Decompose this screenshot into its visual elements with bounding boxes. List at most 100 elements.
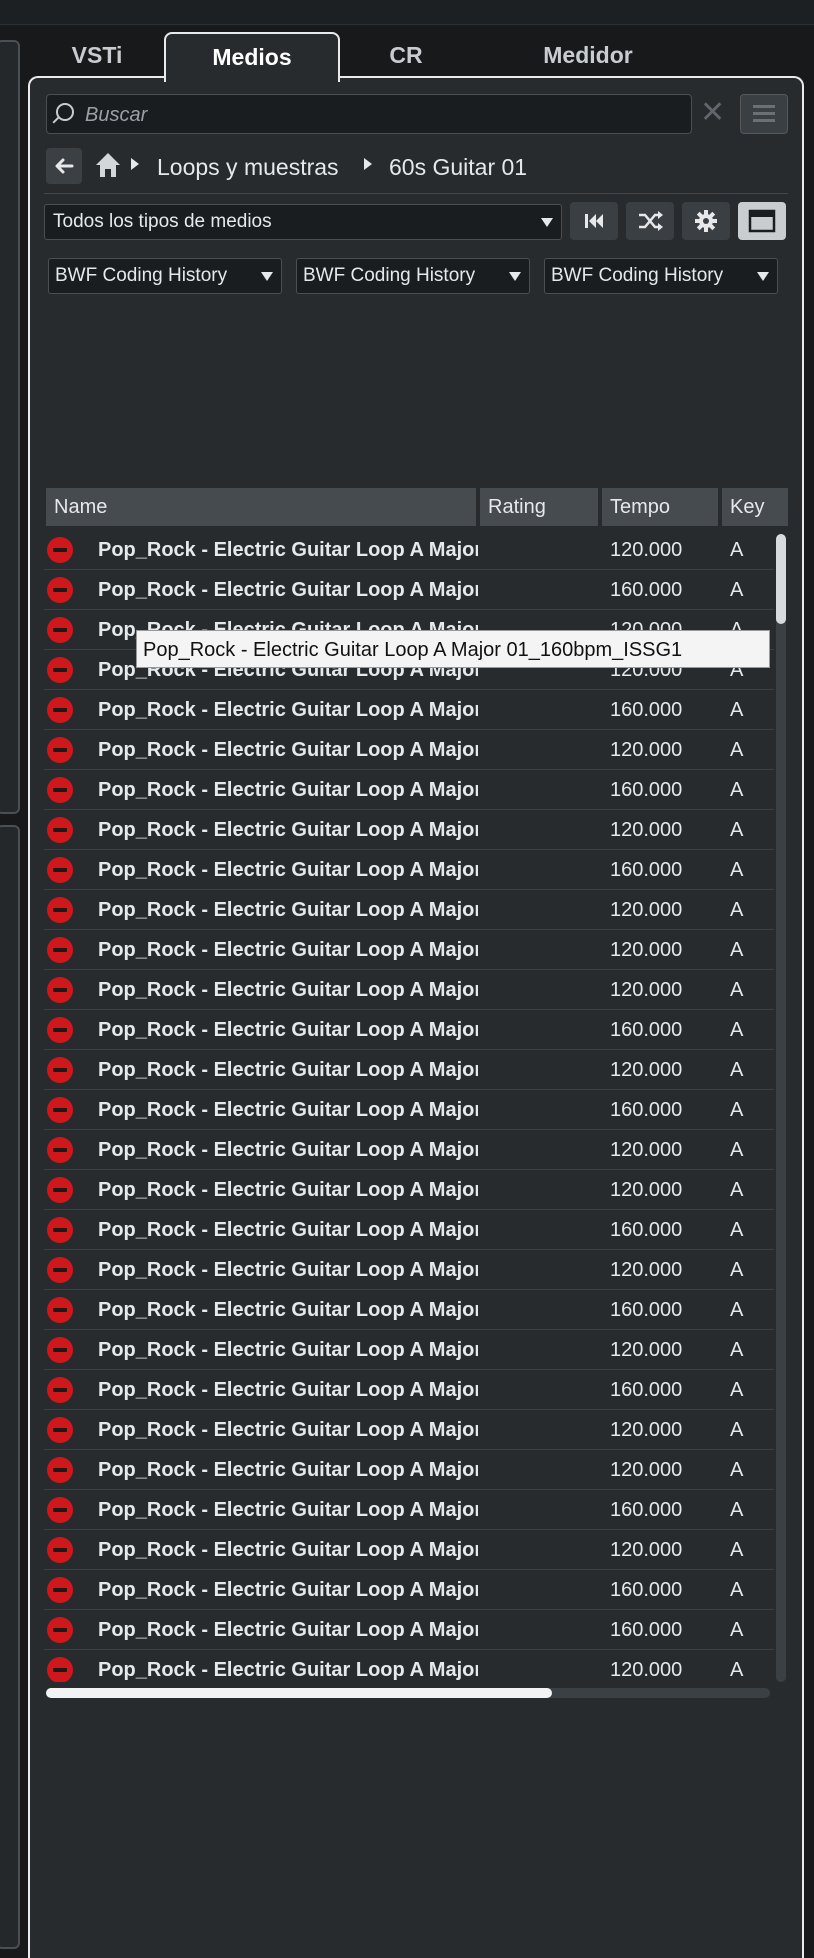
media-type-value: Todos los tipos de medios xyxy=(53,211,272,232)
no-entry-icon xyxy=(47,1497,73,1523)
table-row[interactable]: Pop_Rock - Electric Guitar Loop A Major 1… xyxy=(44,810,774,850)
tab-vsti[interactable]: VSTi xyxy=(34,32,160,78)
row-key: A xyxy=(730,899,744,921)
row-tempo: 160.000 xyxy=(610,1099,683,1121)
breadcrumb-item-loops[interactable]: Loops y muestras xyxy=(157,152,339,182)
row-key: A xyxy=(730,1619,744,1641)
filter-select-2[interactable]: BWF Coding History xyxy=(296,258,530,294)
tab-medios[interactable]: Medios xyxy=(164,32,340,82)
row-name: Pop_Rock - Electric Guitar Loop A Major xyxy=(98,1539,478,1561)
table-row[interactable]: Pop_Rock - Electric Guitar Loop A Major 1… xyxy=(44,1330,774,1370)
table-row[interactable]: Pop_Rock - Electric Guitar Loop A Major 1… xyxy=(44,1370,774,1410)
row-name: Pop_Rock - Electric Guitar Loop A Major xyxy=(98,1419,478,1441)
zone-tabs: VSTi Medios CR Medidor xyxy=(34,32,804,82)
row-tempo: 160.000 xyxy=(610,1579,683,1601)
table-row[interactable]: Pop_Rock - Electric Guitar Loop A Major 1… xyxy=(44,1530,774,1570)
home-icon[interactable] xyxy=(92,149,124,181)
table-row[interactable]: Pop_Rock - Electric Guitar Loop A Major 1… xyxy=(44,1410,774,1450)
row-tempo: 160.000 xyxy=(610,1499,683,1521)
no-entry-icon xyxy=(47,1577,73,1603)
row-tempo: 120.000 xyxy=(610,819,683,841)
row-name: Pop_Rock - Electric Guitar Loop A Major xyxy=(98,1139,478,1161)
table-row[interactable]: Pop_Rock - Electric Guitar Loop A Major 1… xyxy=(44,1090,774,1130)
column-header-name[interactable]: Name xyxy=(46,488,476,526)
no-entry-icon xyxy=(47,697,73,723)
no-entry-icon xyxy=(47,1177,73,1203)
rewind-button[interactable] xyxy=(570,202,618,240)
filter-select-1[interactable]: BWF Coding History xyxy=(48,258,282,294)
tab-medidor[interactable]: Medidor xyxy=(478,32,698,78)
vertical-scrollbar[interactable] xyxy=(776,534,786,1682)
row-tempo: 120.000 xyxy=(610,1539,683,1561)
row-key: A xyxy=(730,1419,744,1441)
row-key: A xyxy=(730,819,744,841)
column-header-tempo[interactable]: Tempo xyxy=(602,488,718,526)
table-row[interactable]: Pop_Rock - Electric Guitar Loop A Major 1… xyxy=(44,1170,774,1210)
table-row[interactable]: Pop_Rock - Electric Guitar Loop A Major 1… xyxy=(44,890,774,930)
no-entry-icon xyxy=(47,817,73,843)
no-entry-icon xyxy=(47,657,73,683)
breadcrumb-item-current[interactable]: 60s Guitar 01 xyxy=(389,152,527,182)
table-row[interactable]: Pop_Rock - Electric Guitar Loop A Major 1… xyxy=(44,970,774,1010)
table-row[interactable]: Pop_Rock - Electric Guitar Loop A Major … xyxy=(44,530,774,570)
column-header-key[interactable]: Key xyxy=(722,488,788,526)
table-row[interactable]: Pop_Rock - Electric Guitar Loop A Major 1… xyxy=(44,1570,774,1610)
table-row[interactable]: Pop_Rock - Electric Guitar Loop A Major 1… xyxy=(44,1490,774,1530)
table-row[interactable]: Pop_Rock - Electric Guitar Loop A Major 1… xyxy=(44,1210,774,1250)
no-entry-icon xyxy=(47,1057,73,1083)
search-box[interactable] xyxy=(46,94,692,135)
row-name: Pop_Rock - Electric Guitar Loop A Major … xyxy=(98,539,478,561)
vertical-scroll-thumb[interactable] xyxy=(776,534,786,624)
table-row[interactable]: Pop_Rock - Electric Guitar Loop A Major 1… xyxy=(44,1250,774,1290)
layout-button[interactable] xyxy=(738,202,786,240)
column-header-rating[interactable]: Rating xyxy=(480,488,598,526)
filter-select-3[interactable]: BWF Coding History xyxy=(544,258,778,294)
left-panel-edge xyxy=(0,30,20,1956)
chevron-right-icon xyxy=(364,158,372,170)
search-input[interactable] xyxy=(83,95,677,135)
row-name: Pop_Rock - Electric Guitar Loop A Major xyxy=(98,779,478,801)
table-row[interactable]: Pop_Rock - Electric Guitar Loop A Major 1… xyxy=(44,850,774,890)
row-tempo: 120.000 xyxy=(610,899,683,921)
row-key: A xyxy=(730,1659,744,1681)
table-row[interactable]: Pop_Rock - Electric Guitar Loop A Major 1… xyxy=(44,1010,774,1050)
table-row[interactable]: Pop_Rock - Electric Guitar Loop A Major 1… xyxy=(44,930,774,970)
row-name: Pop_Rock - Electric Guitar Loop A Major xyxy=(98,739,478,761)
shuffle-button[interactable] xyxy=(626,202,674,240)
table-row[interactable]: Pop_Rock - Electric Guitar Loop A Major 1… xyxy=(44,770,774,810)
row-tempo: 120.000 xyxy=(610,1059,683,1081)
table-row[interactable]: Pop_Rock - Electric Guitar Loop A Major 1… xyxy=(44,1130,774,1170)
tab-cr[interactable]: CR xyxy=(338,32,474,78)
no-entry-icon xyxy=(47,777,73,803)
back-button[interactable] xyxy=(46,148,82,184)
table-row[interactable]: Pop_Rock - Electric Guitar Loop A Major 1… xyxy=(44,690,774,730)
row-name: Pop_Rock - Electric Guitar Loop A Major xyxy=(98,1459,478,1481)
table-row[interactable]: Pop_Rock - Electric Guitar Loop A Major 1… xyxy=(44,1450,774,1490)
shuffle-icon xyxy=(639,211,663,231)
table-row[interactable]: Pop_Rock - Electric Guitar Loop A Major 1… xyxy=(44,1290,774,1330)
table-row[interactable]: Pop_Rock - Electric Guitar Loop A Major 1… xyxy=(44,730,774,770)
chevron-down-icon xyxy=(509,272,521,281)
no-entry-icon xyxy=(47,1417,73,1443)
no-entry-icon xyxy=(47,737,73,763)
list-icon xyxy=(753,105,775,108)
horizontal-scroll-thumb[interactable] xyxy=(46,1688,552,1698)
table-row[interactable]: Pop_Rock - Electric Guitar Loop A Major 1… xyxy=(44,1050,774,1090)
row-tempo: 120.000 xyxy=(610,1459,683,1481)
row-tempo: 120.000 xyxy=(610,1659,683,1681)
row-key: A xyxy=(730,1139,744,1161)
list-view-button[interactable] xyxy=(740,94,788,134)
row-name: Pop_Rock - Electric Guitar Loop A Major xyxy=(98,1259,478,1281)
row-name: Pop_Rock - Electric Guitar Loop A Major xyxy=(98,1499,478,1521)
row-tempo: 160.000 xyxy=(610,1299,683,1321)
table-row[interactable]: Pop_Rock - Electric Guitar Loop A Major 1… xyxy=(44,1610,774,1650)
close-icon[interactable]: ✕ xyxy=(700,96,725,130)
table-row[interactable]: Pop_Rock - Electric Guitar Loop A Major … xyxy=(44,570,774,610)
row-tempo: 160.000 xyxy=(610,579,683,601)
table-row[interactable]: Pop_Rock - Electric Guitar Loop A Major 1… xyxy=(44,1650,774,1682)
media-type-select[interactable]: Todos los tipos de medios xyxy=(44,204,562,240)
row-name: Pop_Rock - Electric Guitar Loop A Major xyxy=(98,1099,478,1121)
settings-button[interactable] xyxy=(682,202,730,240)
divider xyxy=(44,193,788,194)
row-name: Pop_Rock - Electric Guitar Loop A Major xyxy=(98,1659,478,1681)
